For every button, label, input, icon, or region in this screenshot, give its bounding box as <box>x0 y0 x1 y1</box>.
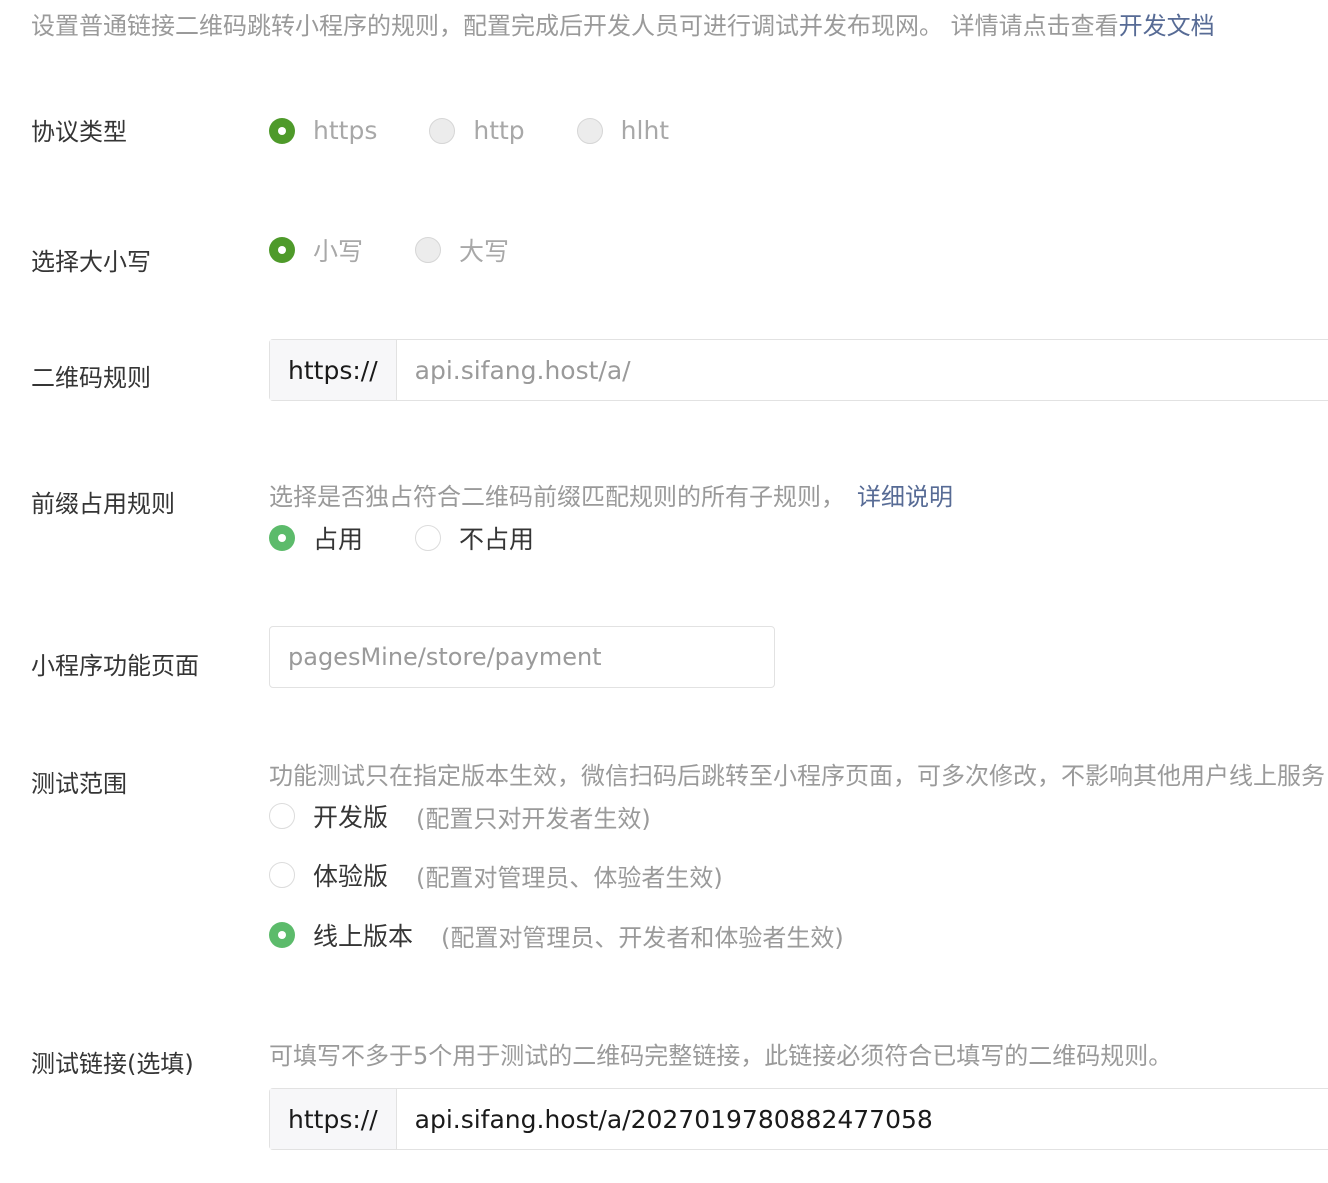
radio-checked-icon <box>269 237 295 263</box>
page-label: 小程序功能页面 <box>31 652 199 680</box>
test-scope-option-note: (配置只对开发者生效) <box>416 804 651 833</box>
case-option-upper[interactable]: 大写 <box>415 232 509 268</box>
test-scope-option-dev[interactable]: 开发版 (配置只对开发者生效) <box>269 798 651 834</box>
dev-docs-link[interactable]: 开发文档 <box>1119 12 1215 40</box>
test-link-input[interactable]: api.sifang.host/a/2027019780882477058 <box>397 1105 933 1134</box>
case-option-label: 大写 <box>459 237 510 266</box>
test-scope-option-label: 线上版本 <box>313 922 414 951</box>
radio-unchecked-icon <box>429 117 456 144</box>
test-link-prefix: https:// <box>270 1089 397 1149</box>
protocol-radio-group: https http hlht <box>269 116 721 145</box>
case-label: 选择大小写 <box>31 248 151 276</box>
intro-text: 设置普通链接二维码跳转小程序的规则，配置完成后开发人员可进行调试并发布现网。 详… <box>31 6 1215 41</box>
prefix-rule-help-text: 选择是否独占符合二维码前缀匹配规则的所有子规则， <box>269 483 845 511</box>
case-option-lower[interactable]: 小写 <box>269 232 363 268</box>
radio-checked-icon <box>269 117 295 144</box>
page-path-input[interactable]: pagesMine/store/payment <box>269 626 775 688</box>
protocol-label: 协议类型 <box>31 118 127 146</box>
protocol-option-label: http <box>473 116 525 145</box>
test-link-help: 可填写不多于5个用于测试的二维码完整链接，此链接必须符合已填写的二维码规则。 <box>269 1042 1173 1070</box>
prefix-option-label: 不占用 <box>459 525 535 554</box>
radio-unchecked-icon <box>269 803 295 829</box>
test-link-label: 测试链接(选填) <box>31 1050 194 1078</box>
radio-unchecked-icon <box>576 117 603 144</box>
test-scope-option-release[interactable]: 线上版本 (配置对管理员、开发者和体验者生效) <box>269 917 844 953</box>
protocol-option-label: hlht <box>620 116 670 145</box>
case-option-label: 小写 <box>313 237 364 266</box>
intro-description: 设置普通链接二维码跳转小程序的规则，配置完成后开发人员可进行调试并发布现网。 详… <box>31 12 1119 40</box>
protocol-option-label: https <box>313 116 378 145</box>
prefix-rule-label: 前缀占用规则 <box>31 490 175 518</box>
test-scope-option-note: (配置对管理员、开发者和体验者生效) <box>441 923 844 952</box>
qr-rule-input-group: https:// api.sifang.host/a/ <box>269 339 1328 401</box>
protocol-option-http[interactable]: http <box>429 116 525 145</box>
test-scope-option-trial[interactable]: 体验版 (配置对管理员、体验者生效) <box>269 857 723 893</box>
test-scope-label: 测试范围 <box>31 770 127 798</box>
qr-rule-label: 二维码规则 <box>31 364 151 392</box>
protocol-option-https[interactable]: https <box>269 116 377 145</box>
radio-unchecked-icon <box>415 237 442 263</box>
case-radio-group: 小写 大写 <box>269 232 561 268</box>
radio-unchecked-icon <box>415 525 442 551</box>
prefix-option-not-occupy[interactable]: 不占用 <box>415 520 534 556</box>
prefix-option-label: 占用 <box>313 525 364 554</box>
qr-rule-prefix: https:// <box>270 340 397 400</box>
detail-link[interactable]: 详细说明 <box>857 483 953 511</box>
test-link-input-group: https:// api.sifang.host/a/2027019780882… <box>269 1088 1328 1150</box>
test-scope-option-label: 体验版 <box>313 862 389 891</box>
radio-unchecked-icon <box>269 862 295 888</box>
protocol-option-hlht[interactable]: hlht <box>576 116 670 145</box>
qr-rule-input[interactable]: api.sifang.host/a/ <box>397 356 631 385</box>
prefix-rule-help: 选择是否独占符合二维码前缀匹配规则的所有子规则， 详细说明 <box>269 477 953 512</box>
prefix-option-occupy[interactable]: 占用 <box>269 520 363 556</box>
test-scope-option-note: (配置对管理员、体验者生效) <box>416 863 723 892</box>
test-scope-help: 功能测试只在指定版本生效，微信扫码后跳转至小程序页面，可多次修改，不影响其他用户… <box>269 762 1325 790</box>
test-scope-option-label: 开发版 <box>313 803 389 832</box>
radio-checked-icon <box>269 525 295 551</box>
prefix-rule-radio-group: 占用 不占用 <box>269 520 586 556</box>
qr-rule-config-page: 设置普通链接二维码跳转小程序的规则，配置完成后开发人员可进行调试并发布现网。 详… <box>0 0 1328 1183</box>
radio-checked-icon <box>269 922 295 948</box>
